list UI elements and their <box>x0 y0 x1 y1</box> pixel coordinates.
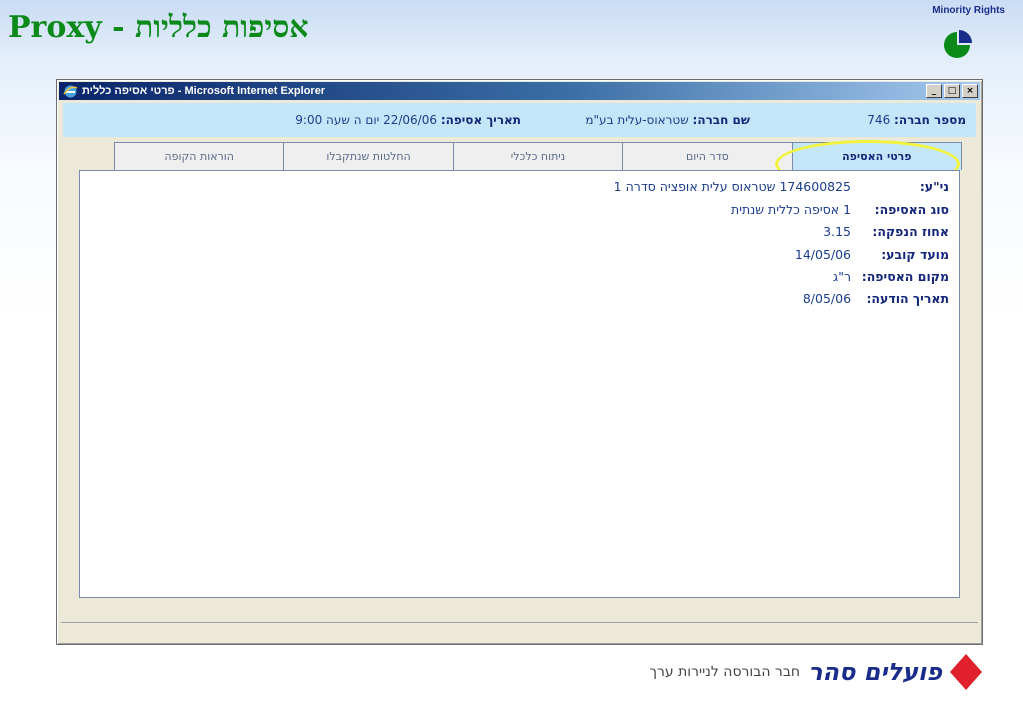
field-label: מועד קובע: <box>881 247 949 262</box>
field-notice-date: תאריך הודעה: 8/05/06 <box>803 291 949 306</box>
field-security: ני"ע: 174600825 שטראוס עלית אופציה סדרה … <box>614 179 949 194</box>
tab-meeting-details[interactable]: פרטי האסיפה <box>791 142 962 170</box>
minimize-button[interactable]: _ <box>926 84 942 98</box>
meeting-date: תאריך אסיפה: 22/06/06 יום ה שעה 9:00 <box>295 113 521 127</box>
footer-logo: פועלים סהר חבר הבורסה לניירות ערך <box>622 652 984 692</box>
title-group: פרטי אסיפה כללית - Microsoft Internet Ex… <box>63 82 325 100</box>
field-label: תאריך הודעה: <box>866 291 949 306</box>
field-value: 14/05/06 <box>794 247 852 262</box>
brand-tagline: חבר הבורסה לניירות ערך <box>649 664 801 680</box>
company-name-value: שטראוס-עלית בע"מ <box>585 113 689 127</box>
diamond-logo-icon <box>950 654 982 690</box>
tab-bar: פרטי האסיפה סדר היום ניתוח כלכלי החלטות … <box>113 142 962 170</box>
slide-title: אסיפות כלליות - Proxy <box>8 10 309 45</box>
tab-fund-instructions[interactable]: הוראות הקופה <box>113 142 285 170</box>
field-value: 174600825 שטראוס עלית אופציה סדרה 1 <box>613 179 852 194</box>
ie-logo-icon <box>63 85 78 97</box>
brand-name: פועלים סהר <box>808 658 942 686</box>
company-id: מספר חברה: 746 <box>867 113 966 127</box>
field-record-date: מועד קובע: 14/05/06 <box>795 247 949 262</box>
tab-economic-analysis[interactable]: ניתוח כלכלי <box>452 142 624 170</box>
field-location: מקום האסיפה: ר"ג <box>833 269 949 284</box>
close-button[interactable]: × <box>962 84 978 98</box>
tab-resolutions[interactable]: החלטות שנתקבלו <box>283 142 454 170</box>
field-value: 8/05/06 <box>802 291 852 306</box>
ie-window: פרטי אסיפה כללית - Microsoft Internet Ex… <box>56 79 983 645</box>
company-name-label: שם חברה: <box>692 113 750 127</box>
field-value: ר"ג <box>833 269 852 284</box>
field-label: מקום האסיפה: <box>861 269 949 284</box>
company-id-label: מספר חברה: <box>894 113 966 127</box>
field-label: סוג האסיפה: <box>874 202 949 217</box>
field-label: אחוז הנפקה: <box>872 224 949 239</box>
window-titlebar[interactable]: פרטי אסיפה כללית - Microsoft Internet Ex… <box>59 82 980 100</box>
minority-rights-label: Minority Rights <box>932 5 1005 16</box>
details-panel: ני"ע: 174600825 שטראוס עלית אופציה סדרה … <box>79 170 960 598</box>
company-id-value: 746 <box>867 113 891 127</box>
meeting-date-label: תאריך אסיפה: <box>440 113 521 127</box>
tab-agenda[interactable]: סדר היום <box>622 142 793 170</box>
meeting-date-value: 22/06/06 יום ה שעה 9:00 <box>295 113 437 127</box>
maximize-button[interactable]: □ <box>944 84 960 98</box>
field-holding-pct: אחוז הנפקה: 3.15 <box>823 224 949 239</box>
window-title: פרטי אסיפה כללית - Microsoft Internet Ex… <box>82 85 326 97</box>
status-bar <box>61 622 978 640</box>
field-label: ני"ע: <box>919 179 949 194</box>
field-value: 3.15 <box>823 224 852 239</box>
window-controls: _ □ × <box>926 84 978 98</box>
field-value: 1 אסיפה כללית שנתית <box>730 202 852 217</box>
company-name: שם חברה: שטראוס-עלית בע"מ <box>585 113 750 127</box>
info-bar: מספר חברה: 746 שם חברה: שטראוס-עלית בע"מ… <box>63 103 976 137</box>
pie-chart-icon <box>944 30 972 58</box>
field-meeting-type: סוג האסיפה: 1 אסיפה כללית שנתית <box>731 202 949 217</box>
